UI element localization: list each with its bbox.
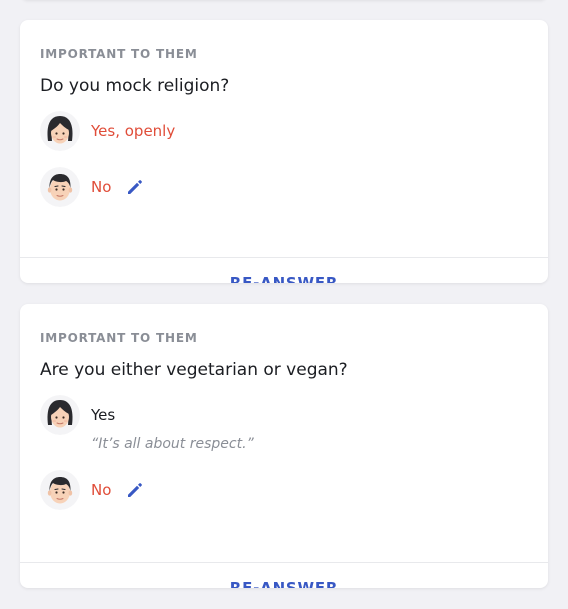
their-answer-text: Yes, openly	[91, 122, 176, 140]
man-avatar-icon	[40, 470, 80, 510]
my-answer-text: No	[91, 178, 112, 196]
woman-avatar-icon	[40, 395, 80, 435]
their-answer: Yes, openly	[40, 109, 528, 153]
edit-answer-button[interactable]	[125, 480, 145, 500]
importance-label: IMPORTANT TO THEM	[40, 331, 198, 345]
my-answer: No	[40, 468, 528, 512]
woman-avatar-icon	[40, 111, 80, 151]
question-card: IMPORTANT TO THEM Are you either vegetar…	[20, 304, 548, 588]
pencil-icon	[125, 177, 145, 197]
question-text: Are you either vegetarian or vegan?	[40, 360, 348, 380]
re-answer-button[interactable]: RE-ANSWER	[20, 563, 548, 588]
man-avatar-icon	[40, 167, 80, 207]
my-answer-text: No	[91, 481, 112, 499]
importance-label: IMPORTANT TO THEM	[40, 47, 198, 61]
my-answer: No	[40, 165, 528, 209]
edit-answer-button[interactable]	[125, 177, 145, 197]
their-answer-text: Yes	[91, 406, 116, 424]
question-text: Do you mock religion?	[40, 76, 230, 96]
their-answer: Yes	[40, 393, 528, 437]
re-answer-button[interactable]: RE-ANSWER	[20, 258, 548, 283]
pencil-icon	[125, 480, 145, 500]
their-explanation: “It’s all about respect.”	[91, 436, 254, 452]
question-card: IMPORTANT TO THEM Do you mock religion? …	[20, 20, 548, 283]
